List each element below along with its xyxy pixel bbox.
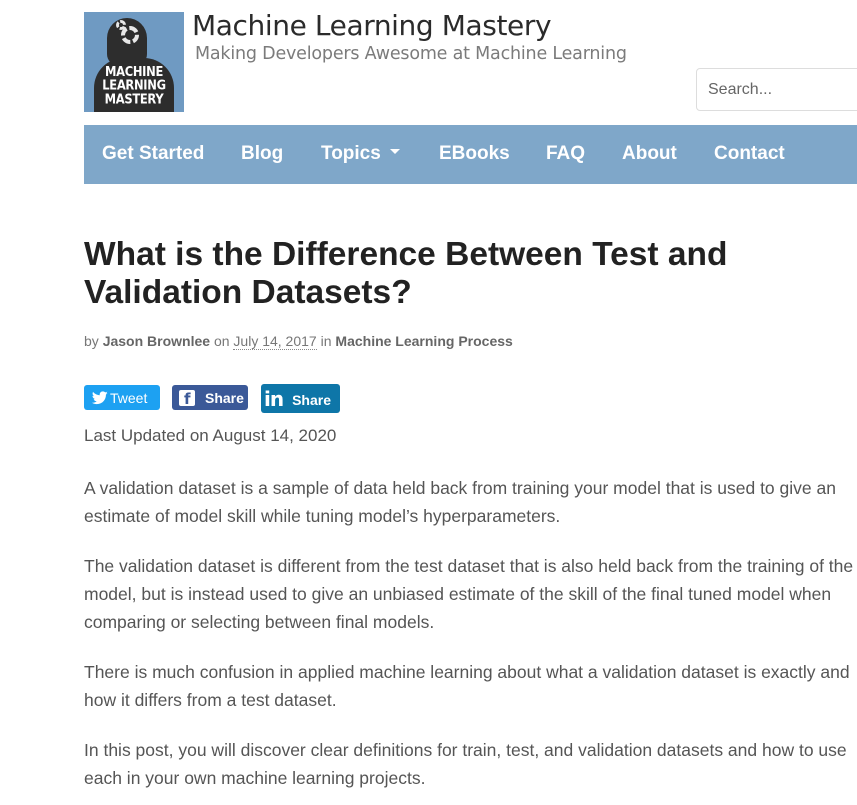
- nav-item-blog[interactable]: Blog: [241, 125, 283, 184]
- meta-on: on: [213, 333, 230, 349]
- nav-item-get-started[interactable]: Get Started: [102, 125, 204, 184]
- publish-date: July 14, 2017: [233, 333, 317, 350]
- search-input[interactable]: [696, 68, 857, 111]
- main-nav: Get Started Blog Topics EBooks FAQ About…: [84, 125, 857, 184]
- nav-item-contact[interactable]: Contact: [714, 125, 785, 184]
- nav-item-about[interactable]: About: [622, 125, 677, 184]
- gear-icon: [116, 20, 126, 30]
- tweet-button[interactable]: Tweet: [84, 385, 160, 410]
- nav-item-ebooks[interactable]: EBooks: [439, 125, 510, 184]
- tweet-label: Tweet: [110, 389, 148, 406]
- article-meta: by Jason Brownlee on July 14, 2017 in Ma…: [84, 333, 513, 350]
- twitter-icon: [92, 390, 108, 404]
- author-link[interactable]: Jason Brownlee: [103, 333, 210, 349]
- article-paragraph: There is much confusion in applied machi…: [84, 662, 850, 710]
- meta-by: by: [84, 333, 99, 349]
- linkedin-share-label: Share: [292, 392, 332, 408]
- facebook-share-label: Share: [205, 389, 244, 406]
- meta-in: in: [320, 333, 332, 349]
- facebook-icon: f: [179, 389, 195, 408]
- site-tagline: Making Developers Awesome at Machine Lea…: [195, 44, 627, 64]
- logo-text: MACHINE LEARNING MASTERY: [102, 63, 166, 107]
- nav-item-label: Topics: [321, 143, 381, 164]
- nav-item-topics[interactable]: Topics: [321, 125, 400, 184]
- site-title[interactable]: Machine Learning Mastery: [192, 9, 552, 42]
- site-logo[interactable]: MACHINE LEARNING MASTERY: [84, 12, 184, 112]
- facebook-share-button[interactable]: f Share: [172, 385, 248, 410]
- article-paragraph: A validation dataset is a sample of data…: [84, 478, 836, 526]
- article-paragraph: In this post, you will discover clear de…: [84, 740, 847, 788]
- linkedin-icon: in: [264, 386, 284, 411]
- article-paragraph: The validation dataset is different from…: [84, 556, 854, 632]
- chevron-down-icon: [389, 149, 400, 155]
- article-title: What is the Difference Between Test and …: [84, 236, 728, 311]
- category-link[interactable]: Machine Learning Process: [335, 333, 512, 349]
- last-updated: Last Updated on August 14, 2020: [84, 426, 337, 445]
- nav-item-faq[interactable]: FAQ: [546, 125, 585, 184]
- linkedin-share-button[interactable]: in Share: [261, 384, 340, 413]
